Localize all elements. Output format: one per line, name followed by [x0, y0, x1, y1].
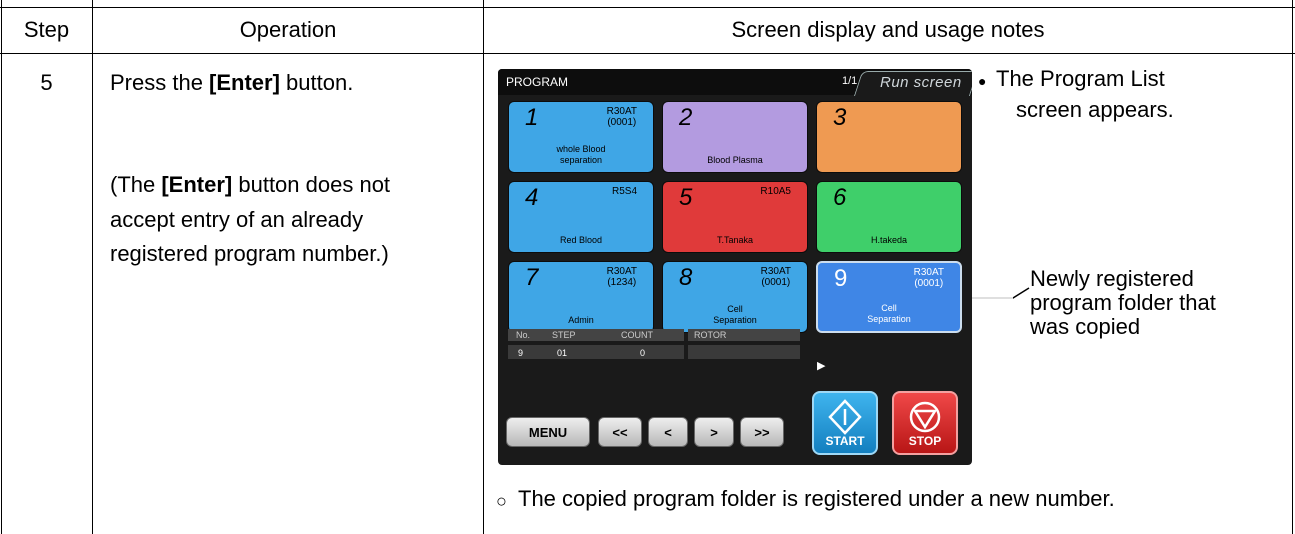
program-tile[interactable]: 4 R5S4 Red Blood — [508, 181, 654, 253]
program-name-line: separation — [559, 155, 603, 165]
rotor-value-bar — [688, 345, 800, 359]
program-number: 7 — [525, 264, 539, 291]
rotor-code: R30AT (0001) — [914, 267, 944, 289]
start-label: START — [825, 434, 865, 448]
rotor-code: R5S4 — [612, 186, 637, 197]
program-tile[interactable]: 5 R10A5 T.Tanaka — [662, 181, 808, 253]
operation-instruction: Press the [Enter] button. — [110, 70, 354, 95]
program-name: T.Tanaka — [663, 235, 807, 246]
program-name-line: Separation — [713, 315, 757, 325]
program-name-line: Admin — [568, 315, 594, 325]
program-number: 4 — [525, 184, 539, 211]
device-screen: PROGRAM 1/1 Run screen 1 R30AT (0001) whole… — [498, 69, 972, 465]
selection-arrow-icon: ▶ — [817, 360, 826, 372]
info-value-bar — [508, 345, 684, 359]
program-name-line: Blood Plasma — [707, 155, 763, 165]
stop-icon — [909, 401, 941, 433]
program-name: Red Blood — [509, 235, 653, 246]
program-tile[interactable]: 7 R30AT (1234) Admin — [508, 261, 654, 333]
program-name: Cell Separation — [818, 303, 960, 325]
program-number: 5 — [679, 184, 693, 211]
step-value: 01 — [557, 348, 568, 358]
header-step: Step — [23, 17, 70, 42]
rotor-model: R30AT — [760, 266, 791, 277]
callout-text: was copied — [1030, 314, 1141, 339]
no-value: 9 — [518, 348, 524, 358]
table-border-right — [1292, 0, 1293, 534]
column-divider — [483, 0, 484, 534]
rotor-serial: (0001) — [914, 278, 944, 289]
circle-bullet-icon: ○ — [496, 491, 507, 511]
first-page-button[interactable]: << — [598, 417, 642, 447]
operation-note-line: (The [Enter] button does not — [110, 172, 391, 197]
step-label: STEP — [552, 330, 576, 340]
stop-button[interactable]: STOP — [892, 391, 958, 455]
rotor-serial: (0001) — [761, 277, 791, 288]
program-number: 3 — [833, 104, 847, 131]
program-number: 8 — [679, 264, 693, 291]
program-name-line: H.takeda — [870, 235, 908, 245]
note-text: screen appears. — [1016, 97, 1174, 122]
program-name: Admin — [509, 315, 653, 326]
program-name-line: Separation — [867, 314, 911, 324]
callout-text: Newly registered — [1030, 266, 1194, 291]
program-number: 9 — [834, 265, 848, 292]
last-page-button[interactable]: >> — [740, 417, 784, 447]
next-page-button[interactable]: > — [694, 417, 734, 447]
program-number: 6 — [833, 184, 847, 211]
rotor-label: ROTOR — [694, 330, 727, 340]
program-tile[interactable]: 2 Blood Plasma — [662, 101, 808, 173]
rotor-model: R10A5 — [760, 186, 791, 197]
program-number: 1 — [525, 104, 539, 131]
start-icon — [828, 399, 862, 435]
rotor-code: R30AT (1234) — [607, 266, 637, 288]
column-divider — [92, 0, 93, 534]
program-tile[interactable]: 3 — [816, 101, 962, 173]
rotor-model: R30AT — [606, 266, 637, 277]
program-name-line: Cell — [727, 304, 743, 314]
operation-note-line: registered program number.) — [110, 241, 389, 266]
note-text: The Program List — [996, 66, 1165, 91]
program-name: whole Blood separation — [509, 144, 653, 166]
program-number: 2 — [679, 104, 693, 131]
rotor-model: R5S4 — [611, 186, 637, 197]
rotor-code: R30AT (0001) — [607, 106, 637, 128]
program-name-line: Red Blood — [559, 235, 603, 245]
rotor-model: R30AT — [913, 267, 944, 278]
callout-text: program folder that — [1030, 290, 1216, 315]
program-name: Blood Plasma — [663, 155, 807, 166]
program-tile[interactable]: 1 R30AT (0001) whole Blood separation — [508, 101, 654, 173]
footer-note: The copied program folder is registered … — [518, 486, 1115, 511]
rotor-code: R30AT (0001) — [761, 266, 791, 288]
header-operation: Operation — [239, 17, 337, 42]
program-name-line: whole Blood — [556, 144, 606, 154]
run-screen-label[interactable]: Run screen — [880, 74, 962, 91]
header-notes: Screen display and usage notes — [731, 17, 1045, 42]
page-indicator: 1/1 — [842, 75, 858, 87]
no-label: No. — [516, 330, 531, 340]
start-button[interactable]: START — [812, 391, 878, 455]
program-name: Cell Separation — [663, 304, 807, 326]
program-tile[interactable]: 9 R30AT (0001) Cell Separation — [816, 261, 962, 333]
menu-button[interactable]: MENU — [506, 417, 590, 447]
program-name-line: T.Tanaka — [716, 235, 754, 245]
program-name-line: Cell — [881, 303, 897, 313]
step-number: 5 — [40, 70, 53, 95]
count-label: COUNT — [621, 330, 653, 340]
operation-note-line: accept entry of an already — [110, 207, 364, 232]
rotor-code: R10A5 — [760, 186, 791, 197]
program-tile[interactable]: 6 H.takeda — [816, 181, 962, 253]
rotor-serial: (1234) — [607, 277, 637, 288]
count-value: 0 — [640, 348, 646, 358]
header-divider — [0, 53, 1295, 54]
program-tile[interactable]: 8 R30AT (0001) Cell Separation — [662, 261, 808, 333]
info-header-bar — [508, 329, 684, 341]
stop-label: STOP — [908, 434, 942, 448]
screen-title: PROGRAM — [506, 75, 569, 89]
program-name: H.takeda — [817, 235, 961, 246]
prev-page-button[interactable]: < — [648, 417, 688, 447]
bullet-icon: ● — [978, 73, 987, 89]
rotor-model: R30AT — [606, 106, 637, 117]
rotor-serial: (0001) — [607, 117, 637, 128]
